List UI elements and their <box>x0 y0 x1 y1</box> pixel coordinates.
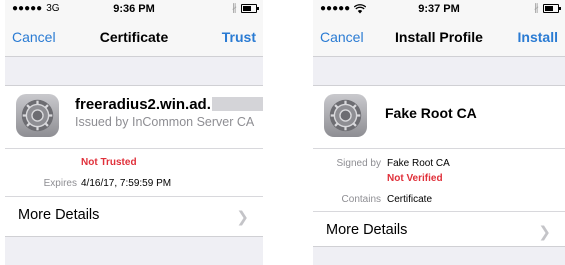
battery-icon <box>241 4 259 13</box>
status-bar: ●●●●● 9:37 PM ∦ <box>313 0 565 20</box>
expires-label: Expires <box>43 178 77 189</box>
verification-status: Not Verified <box>387 173 443 184</box>
contains-label: Contains <box>341 194 381 205</box>
signed-by-label: Signed by <box>336 158 381 169</box>
settings-gear-icon <box>16 94 59 137</box>
more-details-row[interactable]: More Details ❯ <box>5 196 263 235</box>
certificate-screen: ●●●●● 3G 9:36 PM ∦ Cancel Certificate Tru… <box>5 0 263 265</box>
status-time: 9:37 PM <box>418 3 460 15</box>
certificate-header: freeradius2.win.ad. Issued by InCommon S… <box>5 86 263 149</box>
status-bar: ●●●●● 3G 9:36 PM ∦ <box>5 0 263 20</box>
trust-button[interactable]: Trust <box>222 29 256 45</box>
profile-card: Fake Root CA Signed by Fake Root CA Not … <box>313 85 565 247</box>
status-time: 9:36 PM <box>113 3 155 15</box>
install-button[interactable]: Install <box>518 29 558 45</box>
certificate-card: freeradius2.win.ad. Issued by InCommon S… <box>5 85 263 237</box>
cancel-button[interactable]: Cancel <box>12 29 56 45</box>
more-details-label: More Details <box>326 222 408 238</box>
signed-by-value: Fake Root CA <box>387 158 450 169</box>
certificate-title: freeradius2.win.ad. <box>75 96 263 113</box>
profile-header: Fake Root CA <box>313 86 565 149</box>
contains-value: Certificate <box>387 194 433 205</box>
trust-status: Not Trusted <box>81 157 137 168</box>
bluetooth-icon: ∦ <box>534 3 539 14</box>
more-details-row[interactable]: More Details ❯ <box>313 211 565 250</box>
issuer-text: Issued by InCommon Server CA <box>75 115 255 129</box>
expires-value: 4/16/17, 7:59:59 PM <box>81 178 172 189</box>
nav-bar: Cancel Install Profile Install <box>313 20 565 57</box>
settings-gear-icon <box>324 94 367 137</box>
more-details-label: More Details <box>18 207 100 223</box>
bluetooth-icon: ∦ <box>232 3 237 14</box>
cancel-button[interactable]: Cancel <box>320 29 364 45</box>
profile-title: Fake Root CA <box>385 105 477 121</box>
chevron-right-icon: ❯ <box>538 224 551 241</box>
chevron-right-icon: ❯ <box>236 209 249 226</box>
battery-icon <box>543 4 561 13</box>
redacted-block <box>211 97 263 111</box>
nav-bar: Cancel Certificate Trust <box>5 20 263 57</box>
install-profile-screen: ●●●●● 9:37 PM ∦ Cancel Install Profile I… <box>313 0 565 265</box>
